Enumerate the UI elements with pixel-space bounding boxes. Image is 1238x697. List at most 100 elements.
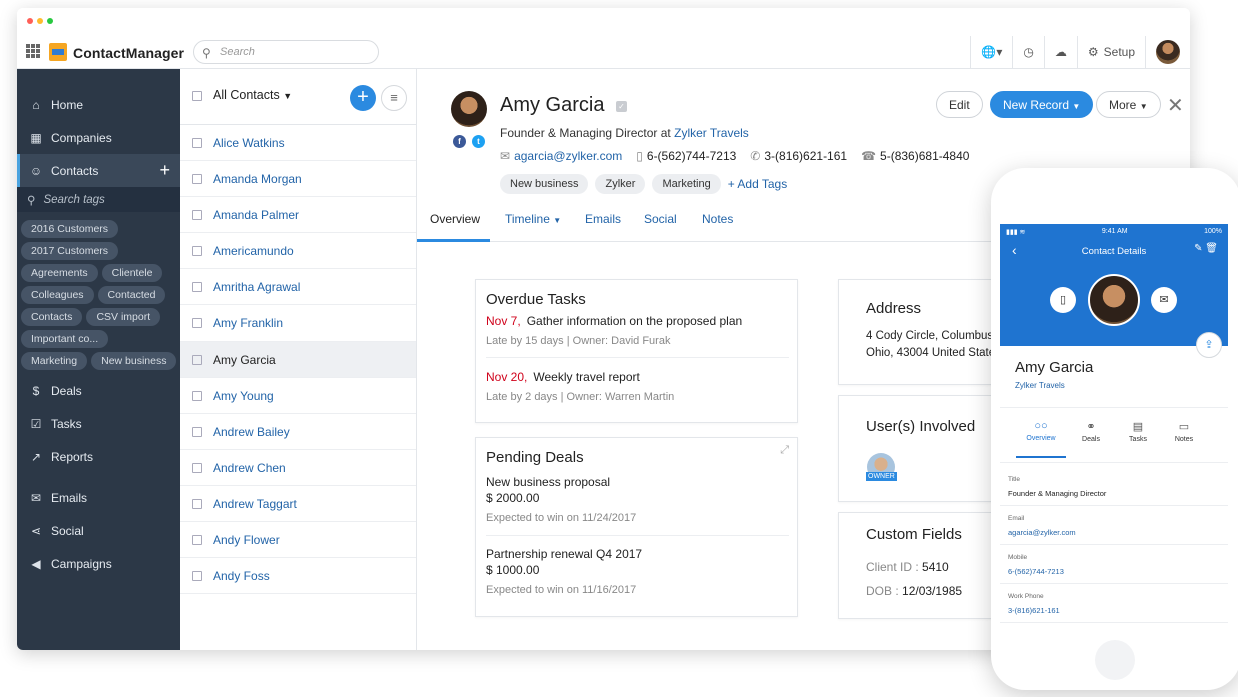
sidebar-item-deals[interactable]: $ Deals [17,374,180,407]
row-checkbox[interactable] [192,498,202,509]
sidebar-item-tasks[interactable]: ☑ Tasks [17,407,180,440]
list-item[interactable]: Andrew Chen [180,450,416,486]
mobile-field-email[interactable]: Email agarcia@zylker.com [1000,506,1228,545]
company-link[interactable]: Zylker Travels [674,126,749,140]
mobile-tab-notes[interactable]: ▭ Notes [1160,420,1208,443]
deal-name[interactable]: Partnership renewal Q4 2017 [486,547,642,561]
row-checkbox[interactable] [192,390,202,401]
mobile-field-work-phone[interactable]: Work Phone 3-(816)621-161 [1000,584,1228,623]
tag-chip[interactable]: Marketing [21,352,88,370]
row-checkbox[interactable] [192,282,202,293]
tab-social[interactable]: Social [644,212,677,226]
setup-button[interactable]: ⚙ Setup [1076,36,1145,68]
row-checkbox[interactable] [192,571,202,582]
sidebar-item-campaigns[interactable]: ◀ Campaigns [17,547,180,580]
tag-chip[interactable]: Contacted [97,286,166,304]
sidebar-item-companies[interactable]: ▦ Companies [17,121,180,154]
maximize-dot[interactable] [47,18,53,24]
row-checkbox[interactable] [192,462,202,473]
list-item[interactable]: Alice Watkins [180,125,416,162]
add-contact-plus-icon[interactable]: + [159,160,170,181]
tag-chip[interactable]: Colleagues [21,286,94,304]
tag-chip[interactable]: Contacts [21,308,83,326]
list-item[interactable]: Andy Foss [180,558,416,595]
task-item[interactable]: Nov 20, Weekly travel report [486,370,640,384]
row-checkbox[interactable] [192,426,202,437]
row-checkbox[interactable] [192,318,202,329]
tag-chip[interactable]: Zylker [595,174,646,194]
tag-chip[interactable]: Agreements [21,264,98,282]
deal-name[interactable]: New business proposal [486,475,610,489]
edit-button[interactable]: Edit [936,91,983,118]
work-phone-entry[interactable]: ✆ 3-(816)621-161 [750,149,847,163]
sidebar-item-social[interactable]: ⋖ Social [17,514,180,547]
sidebar-item-home[interactable]: ⌂ Home [17,88,180,121]
tag-chip[interactable]: New business [500,174,589,194]
list-menu-button[interactable]: ≡ [381,85,407,111]
tag-chip[interactable]: Important co... [21,330,109,348]
list-item[interactable]: Amanda Palmer [180,197,416,234]
list-item-selected[interactable]: Amy Garcia [180,341,416,378]
list-item[interactable]: Andy Flower [180,522,416,559]
new-record-button[interactable]: New Record ▼ [990,91,1094,118]
row-checkbox[interactable] [192,535,202,546]
list-item[interactable]: Amy Young [180,378,416,414]
row-checkbox[interactable] [192,246,202,257]
tag-chip[interactable]: New business [91,352,177,370]
list-item[interactable]: Amanda Morgan [180,161,416,198]
sidebar-item-emails[interactable]: ✉ Emails [17,481,180,514]
task-item[interactable]: Nov 7, Gather information on the proposed… [486,314,742,328]
close-icon[interactable]: ✕ [1167,93,1184,118]
home-button[interactable] [1095,640,1135,680]
edit-delete-icons[interactable]: ✎ 🗑 [1194,243,1218,254]
add-contact-button[interactable]: + [350,85,376,111]
list-item[interactable]: Americamundo [180,233,416,270]
list-item[interactable]: Amritha Agrawal [180,269,416,306]
sidebar-item-contacts[interactable]: ☺ Contacts + [17,154,180,187]
tab-notes[interactable]: Notes [702,212,733,226]
mail-icon[interactable]: ✉ [1151,287,1177,313]
tab-timeline[interactable]: Timeline ▼ [505,212,561,226]
tag-search-input[interactable]: ⚲ Search tags [17,187,180,212]
apps-grid-icon[interactable] [26,44,40,58]
mobile-field-mobile[interactable]: Mobile 6-(562)744-7213 [1000,545,1228,584]
select-all-checkbox[interactable] [192,91,202,101]
share-icon[interactable]: ⇪ [1196,332,1222,358]
sidebar-item-reports[interactable]: ↗ Reports [17,440,180,473]
user-avatar-button[interactable] [1145,36,1190,68]
close-dot[interactable] [27,18,33,24]
search-input[interactable]: ⚲ Search [193,40,379,64]
mobile-company-link[interactable]: Zylker Travels [1015,381,1065,390]
list-item[interactable]: Andrew Taggart [180,486,416,523]
view-selector[interactable]: All Contacts ▼ [213,88,292,102]
tag-chip[interactable]: Clientele [101,264,163,282]
expand-icon[interactable]: ⤢ [780,444,789,457]
minimize-dot[interactable] [37,18,43,24]
more-button[interactable]: More ▼ [1096,91,1161,118]
globe-icon[interactable]: 🌐▾ [970,36,1012,68]
notification-icon[interactable]: ☁ [1043,36,1077,68]
tag-chip[interactable]: CSV import [86,308,161,326]
add-tags-link[interactable]: + Add Tags [728,177,788,191]
twitter-icon[interactable]: t [472,135,485,148]
tag-chip[interactable]: 2016 Customers [21,220,119,238]
tag-chip[interactable]: 2017 Customers [21,242,119,260]
tab-overview[interactable]: Overview [430,212,480,226]
mobile-tab-overview[interactable]: ○○ Overview [1017,420,1065,442]
list-item[interactable]: Andrew Bailey [180,414,416,450]
email-entry[interactable]: ✉ agarcia@zylker.com [500,149,622,163]
row-checkbox[interactable] [192,138,202,148]
row-checkbox[interactable] [192,354,202,365]
list-item[interactable]: Amy Franklin [180,305,416,342]
tab-emails[interactable]: Emails [585,212,621,226]
row-checkbox[interactable] [192,210,202,221]
phone-call-icon[interactable]: ▯ [1050,287,1076,313]
home-phone-entry[interactable]: ☎ 5-(836)681-4840 [861,149,969,163]
mobile-tab-deals[interactable]: ⚭ Deals [1067,420,1115,443]
mobile-entry[interactable]: ▯ 6-(562)744-7213 [636,149,736,163]
row-checkbox[interactable] [192,174,202,185]
clock-icon[interactable]: ◷ [1012,36,1043,68]
tag-chip[interactable]: Marketing [652,174,721,194]
facebook-icon[interactable]: f [453,135,466,148]
mobile-tab-tasks[interactable]: ▤ Tasks [1114,420,1162,443]
